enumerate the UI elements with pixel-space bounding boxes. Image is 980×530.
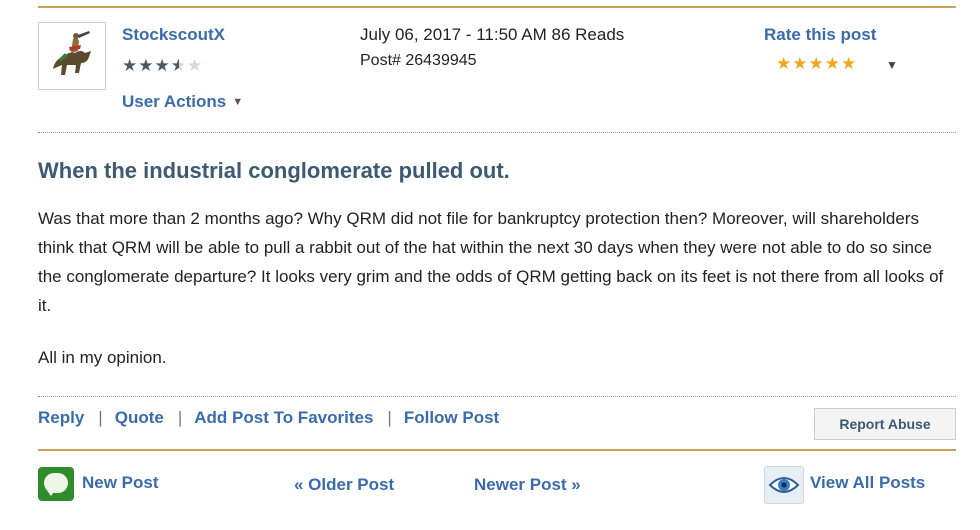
knight-on-horse-icon: [53, 31, 91, 75]
post-signature: All in my opinion.: [38, 348, 167, 367]
chat-bubble-icon[interactable]: [38, 467, 74, 501]
action-separator: |: [177, 408, 183, 427]
rate-post-stars[interactable]: ★★★★★: [776, 54, 857, 74]
report-abuse-label: Report Abuse: [839, 416, 931, 432]
author-stars-filled: ★★★: [122, 56, 171, 75]
top-divider: [38, 6, 956, 8]
quote-link[interactable]: Quote: [115, 408, 164, 428]
post-actions-bar: Reply | Quote | Add Post To Favorites | …: [38, 408, 499, 428]
author-username[interactable]: StockscoutX: [122, 25, 225, 45]
post-number: Post# 26439945: [360, 52, 477, 69]
view-all-posts-link[interactable]: View All Posts: [810, 473, 925, 493]
author-rating-stars: ★★★★★: [122, 56, 203, 76]
body-divider: [38, 396, 956, 397]
user-actions-label: User Actions: [122, 92, 227, 111]
post-date-reads: July 06, 2017 - 11:50 AM 86 Reads: [360, 25, 625, 44]
eye-icon[interactable]: [764, 466, 804, 504]
new-post-link[interactable]: New Post: [82, 473, 159, 493]
action-separator: |: [98, 408, 103, 427]
footer-divider: [38, 449, 956, 451]
user-actions-dropdown[interactable]: User Actions ▼: [122, 92, 243, 112]
post-body-text: Was that more than 2 months ago? Why QRM…: [38, 209, 944, 315]
post-title: When the industrial conglomerate pulled …: [38, 158, 510, 183]
add-to-favorites-link[interactable]: Add Post To Favorites: [194, 408, 373, 428]
reply-link[interactable]: Reply: [38, 408, 84, 428]
author-star-empty: ★: [186, 56, 204, 75]
older-post-link[interactable]: « Older Post: [294, 475, 394, 495]
newer-post-link[interactable]: Newer Post »: [474, 475, 581, 495]
report-abuse-button[interactable]: Report Abuse: [814, 408, 956, 440]
rate-post-label: Rate this post: [764, 25, 877, 44]
chevron-down-icon: ▼: [232, 96, 244, 108]
chevron-down-icon[interactable]: ▼: [886, 58, 898, 72]
header-divider: [38, 132, 956, 133]
action-separator: |: [387, 408, 392, 427]
follow-post-link[interactable]: Follow Post: [404, 408, 499, 428]
author-star-half: ★: [170, 56, 187, 75]
avatar[interactable]: [38, 22, 106, 90]
post-body: Was that more than 2 months ago? Why QRM…: [38, 204, 953, 320]
